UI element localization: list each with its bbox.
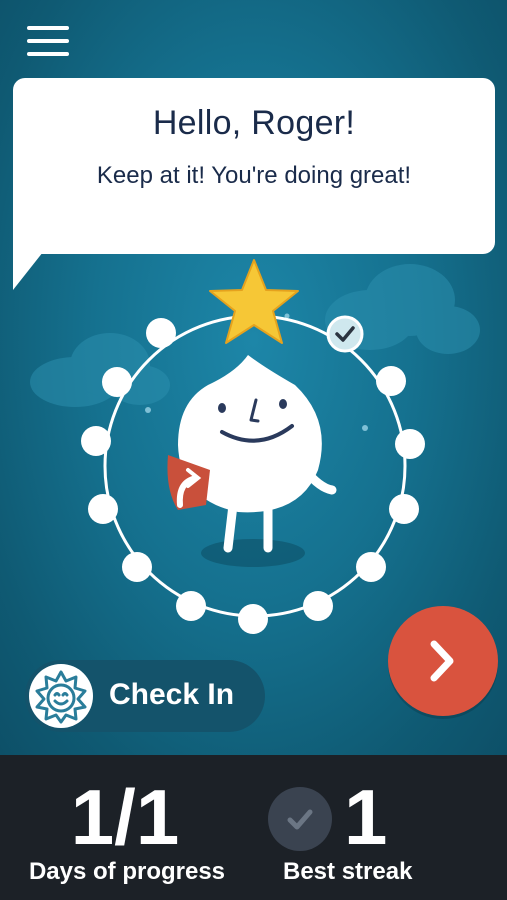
ring-dot <box>176 591 206 621</box>
days-progress-value: 1/1 <box>70 773 180 861</box>
cloud-left <box>30 333 170 407</box>
ring-dot <box>389 494 419 524</box>
next-button[interactable] <box>388 606 498 716</box>
best-streak-label: Best streak <box>283 858 413 885</box>
ring-dot <box>238 604 268 634</box>
check-in-button[interactable]: Check In <box>25 660 265 732</box>
speech-bubble-tail <box>13 252 43 290</box>
encouragement-message: Keep at it! You're doing great! <box>96 162 412 189</box>
ring-dot <box>376 366 406 396</box>
character-shadow <box>201 539 305 567</box>
check-in-label: Check In <box>109 678 235 711</box>
ring-dot <box>81 426 111 456</box>
chevron-right-icon <box>430 640 454 682</box>
ring-dot <box>356 552 386 582</box>
days-of-progress-stat: 1/1 Days of progress <box>0 755 250 900</box>
ring-dot <box>395 429 425 459</box>
menu-icon[interactable] <box>27 26 69 56</box>
home-screen: Hello, Roger! Keep at it! You're doing g… <box>0 0 507 755</box>
droplet-character <box>167 355 337 553</box>
completed-day-checkmark-icon <box>326 315 364 353</box>
stats-bar: 1/1 Days of progress 1 Best streak <box>0 755 507 900</box>
ring-dot <box>102 367 132 397</box>
ring-dot <box>88 494 118 524</box>
days-progress-label: Days of progress <box>28 858 226 885</box>
ring-dot <box>146 318 176 348</box>
checkmark-icon <box>268 787 332 851</box>
best-streak-value: 1 <box>344 773 388 861</box>
ring-dot <box>122 552 152 582</box>
sparkle <box>145 407 151 413</box>
greeting-title: Hello, Roger! <box>152 104 356 142</box>
sparkle <box>362 425 368 431</box>
greeting-speech-bubble: Hello, Roger! Keep at it! You're doing g… <box>13 78 495 254</box>
sun-icon <box>29 664 93 728</box>
star-icon <box>209 259 299 344</box>
ring-dot <box>303 591 333 621</box>
